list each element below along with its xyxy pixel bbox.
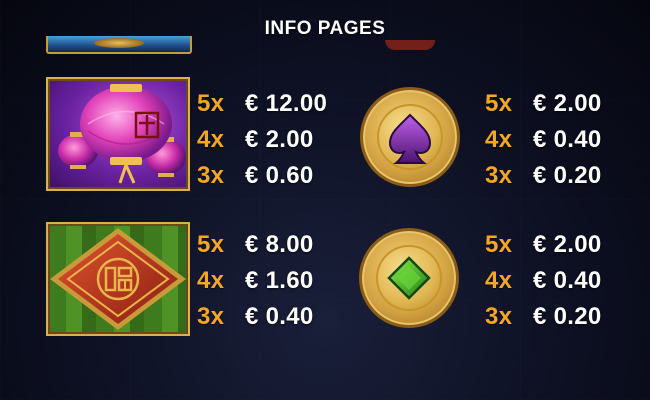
paytable-spade: 5x € 2.00 4x € 0.40 3x € 0.20 <box>485 86 635 194</box>
payout-value: € 0.20 <box>533 303 602 330</box>
payout-count: 3x <box>485 303 513 330</box>
payout-value: € 0.40 <box>533 267 602 294</box>
spade-icon <box>360 87 460 187</box>
payout-value: € 8.00 <box>245 231 314 258</box>
payout-value: € 0.40 <box>533 126 602 153</box>
payout-value: € 0.20 <box>533 162 602 189</box>
background-pattern <box>0 0 650 400</box>
paytable-lantern: 5x € 12.00 4x € 2.00 3x € 0.60 <box>197 86 347 194</box>
payout-value: € 1.60 <box>245 267 314 294</box>
payout-value: € 12.00 <box>245 90 328 117</box>
payout-row: 3x € 0.20 <box>485 299 635 335</box>
payout-value: € 0.60 <box>245 162 314 189</box>
payout-count: 4x <box>485 126 513 153</box>
payout-count: 5x <box>197 90 225 117</box>
payout-value: € 0.40 <box>245 303 314 330</box>
page-title: INFO PAGES <box>264 18 386 39</box>
payout-row: 3x € 0.40 <box>197 299 347 335</box>
lantern-icon <box>46 77 190 191</box>
payout-value: € 2.00 <box>533 90 602 117</box>
header: INFO PAGES <box>0 0 650 58</box>
paytable-diamond: 5x € 2.00 4x € 0.40 3x € 0.20 <box>485 227 635 335</box>
payout-row: 5x € 2.00 <box>485 227 635 263</box>
payout-row: 4x € 1.60 <box>197 263 347 299</box>
payout-value: € 2.00 <box>533 231 602 258</box>
payout-row: 5x € 8.00 <box>197 227 347 263</box>
payout-value: € 2.00 <box>245 126 314 153</box>
payout-row: 3x € 0.60 <box>197 158 347 194</box>
payout-count: 5x <box>485 90 513 117</box>
payout-row: 4x € 2.00 <box>197 122 347 158</box>
payout-row: 4x € 0.40 <box>485 263 635 299</box>
payout-count: 3x <box>485 162 513 189</box>
payout-count: 5x <box>197 231 225 258</box>
payout-row: 5x € 12.00 <box>197 86 347 122</box>
payout-count: 4x <box>197 126 225 153</box>
fu-tile-icon <box>46 222 190 336</box>
diamond-icon <box>359 228 459 328</box>
payout-count: 5x <box>485 231 513 258</box>
payout-row: 4x € 0.40 <box>485 122 635 158</box>
payout-count: 4x <box>197 267 225 294</box>
payout-row: 5x € 2.00 <box>485 86 635 122</box>
payout-count: 3x <box>197 162 225 189</box>
payout-count: 4x <box>485 267 513 294</box>
paytable-fu-tile: 5x € 8.00 4x € 1.60 3x € 0.40 <box>197 227 347 335</box>
payout-count: 3x <box>197 303 225 330</box>
payout-row: 3x € 0.20 <box>485 158 635 194</box>
